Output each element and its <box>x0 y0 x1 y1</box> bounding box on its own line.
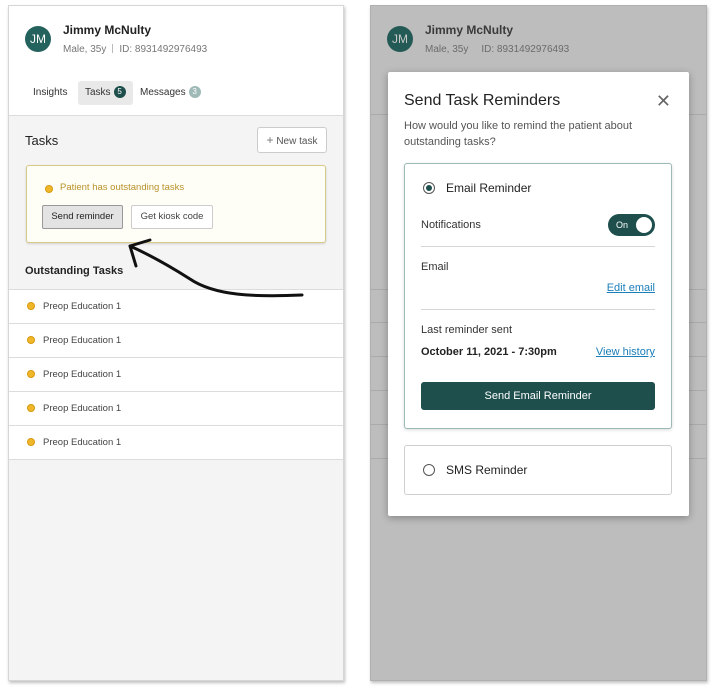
clock-icon <box>27 370 35 378</box>
tab-insights[interactable]: Insights <box>26 81 74 105</box>
list-item[interactable]: Preop Education 1 <box>9 426 343 460</box>
patient-header: JM Jimmy McNulty Male, 35y ID: 8931492976… <box>371 6 706 73</box>
clock-icon <box>27 438 35 446</box>
new-task-button[interactable]: + New task <box>257 127 327 153</box>
clock-icon <box>45 185 53 193</box>
meta-divider <box>474 44 476 53</box>
email-reminder-card[interactable]: Email Reminder Notifications On Email Ed… <box>404 163 672 429</box>
send-email-reminder-button[interactable]: Send Email Reminder <box>421 382 655 410</box>
list-item[interactable]: Preop Education 1 <box>9 324 343 358</box>
patient-gender-age: Male, 35y <box>425 44 469 55</box>
sms-reminder-card[interactable]: SMS Reminder <box>404 445 672 495</box>
close-icon[interactable]: ✕ <box>656 92 671 110</box>
task-label: Preop Education 1 <box>43 335 122 346</box>
patient-name: Jimmy McNulty <box>425 23 514 37</box>
new-task-label: New task <box>276 136 318 147</box>
plus-icon: + <box>266 133 274 147</box>
avatar: JM <box>387 26 413 52</box>
patient-id: ID: 8931492976493 <box>119 44 208 55</box>
patient-header: JM Jimmy McNulty Male, 35y ID: 8931492976… <box>9 6 343 74</box>
send-reminder-button[interactable]: Send reminder <box>42 205 123 229</box>
clock-icon <box>27 404 35 412</box>
sms-reminder-label: SMS Reminder <box>446 463 528 477</box>
tab-label: Messages <box>140 87 186 98</box>
tab-messages[interactable]: Messages 3 <box>133 81 208 105</box>
tasks-count-badge: 5 <box>113 86 126 98</box>
send-task-reminders-modal: Send Task Reminders ✕ How would you like… <box>388 72 689 516</box>
tab-bar: Insights Tasks 5 Messages 3 <box>9 73 343 116</box>
modal-title: Send Task Reminders <box>404 92 561 109</box>
outstanding-task-list: Preop Education 1 Preop Education 1 Preo… <box>9 289 343 460</box>
divider <box>421 309 655 310</box>
notifications-toggle[interactable]: On <box>608 214 655 236</box>
task-label: Preop Education 1 <box>43 301 122 312</box>
task-label: Preop Education 1 <box>43 437 122 448</box>
last-reminder-date: October 11, 2021 - 7:30pm <box>421 346 557 358</box>
email-reminder-label: Email Reminder <box>446 181 532 195</box>
email-reminder-radio[interactable] <box>423 182 435 194</box>
meta-divider <box>112 44 114 53</box>
notifications-label: Notifications <box>421 219 481 231</box>
tab-tasks[interactable]: Tasks 5 <box>78 81 133 105</box>
email-label: Email <box>421 261 449 273</box>
tab-label: Insights <box>33 87 68 98</box>
outstanding-tasks-heading: Outstanding Tasks <box>25 265 124 277</box>
patient-meta: Male, 35y ID: 8931492976493 <box>425 44 569 55</box>
patient-id: ID: 8931492976493 <box>481 44 570 55</box>
list-item[interactable]: Preop Education 1 <box>9 358 343 392</box>
task-label: Preop Education 1 <box>43 369 122 380</box>
toggle-knob <box>636 217 652 233</box>
clock-icon <box>27 336 35 344</box>
clock-icon <box>27 302 35 310</box>
list-item[interactable]: Preop Education 1 <box>9 290 343 324</box>
edit-email-link[interactable]: Edit email <box>607 282 655 294</box>
sms-reminder-radio[interactable] <box>423 464 435 476</box>
last-reminder-label: Last reminder sent <box>421 324 513 336</box>
avatar: JM <box>25 26 51 52</box>
messages-count-badge: 3 <box>188 86 201 98</box>
get-kiosk-code-button[interactable]: Get kiosk code <box>131 205 213 229</box>
divider <box>421 246 655 247</box>
modal-subtitle: How would you like to remind the patient… <box>404 120 633 148</box>
patient-meta: Male, 35y ID: 8931492976493 <box>63 44 207 55</box>
view-history-link[interactable]: View history <box>596 346 655 358</box>
patient-gender-age: Male, 35y <box>63 44 107 55</box>
tasks-heading: Tasks <box>25 133 59 148</box>
reminder-modal-view: JM Jimmy McNulty Male, 35y ID: 8931492976… <box>370 5 707 681</box>
tab-label: Tasks <box>85 87 111 98</box>
outstanding-tasks-alert: Patient has outstanding tasks Send remin… <box>26 165 326 243</box>
alert-text: Patient has outstanding tasks <box>60 182 185 193</box>
list-item[interactable]: Preop Education 1 <box>9 392 343 426</box>
task-label: Preop Education 1 <box>43 403 122 414</box>
patient-name: Jimmy McNulty <box>63 23 152 37</box>
patient-tasks-panel: JM Jimmy McNulty Male, 35y ID: 8931492976… <box>8 5 344 681</box>
toggle-state: On <box>616 220 629 230</box>
